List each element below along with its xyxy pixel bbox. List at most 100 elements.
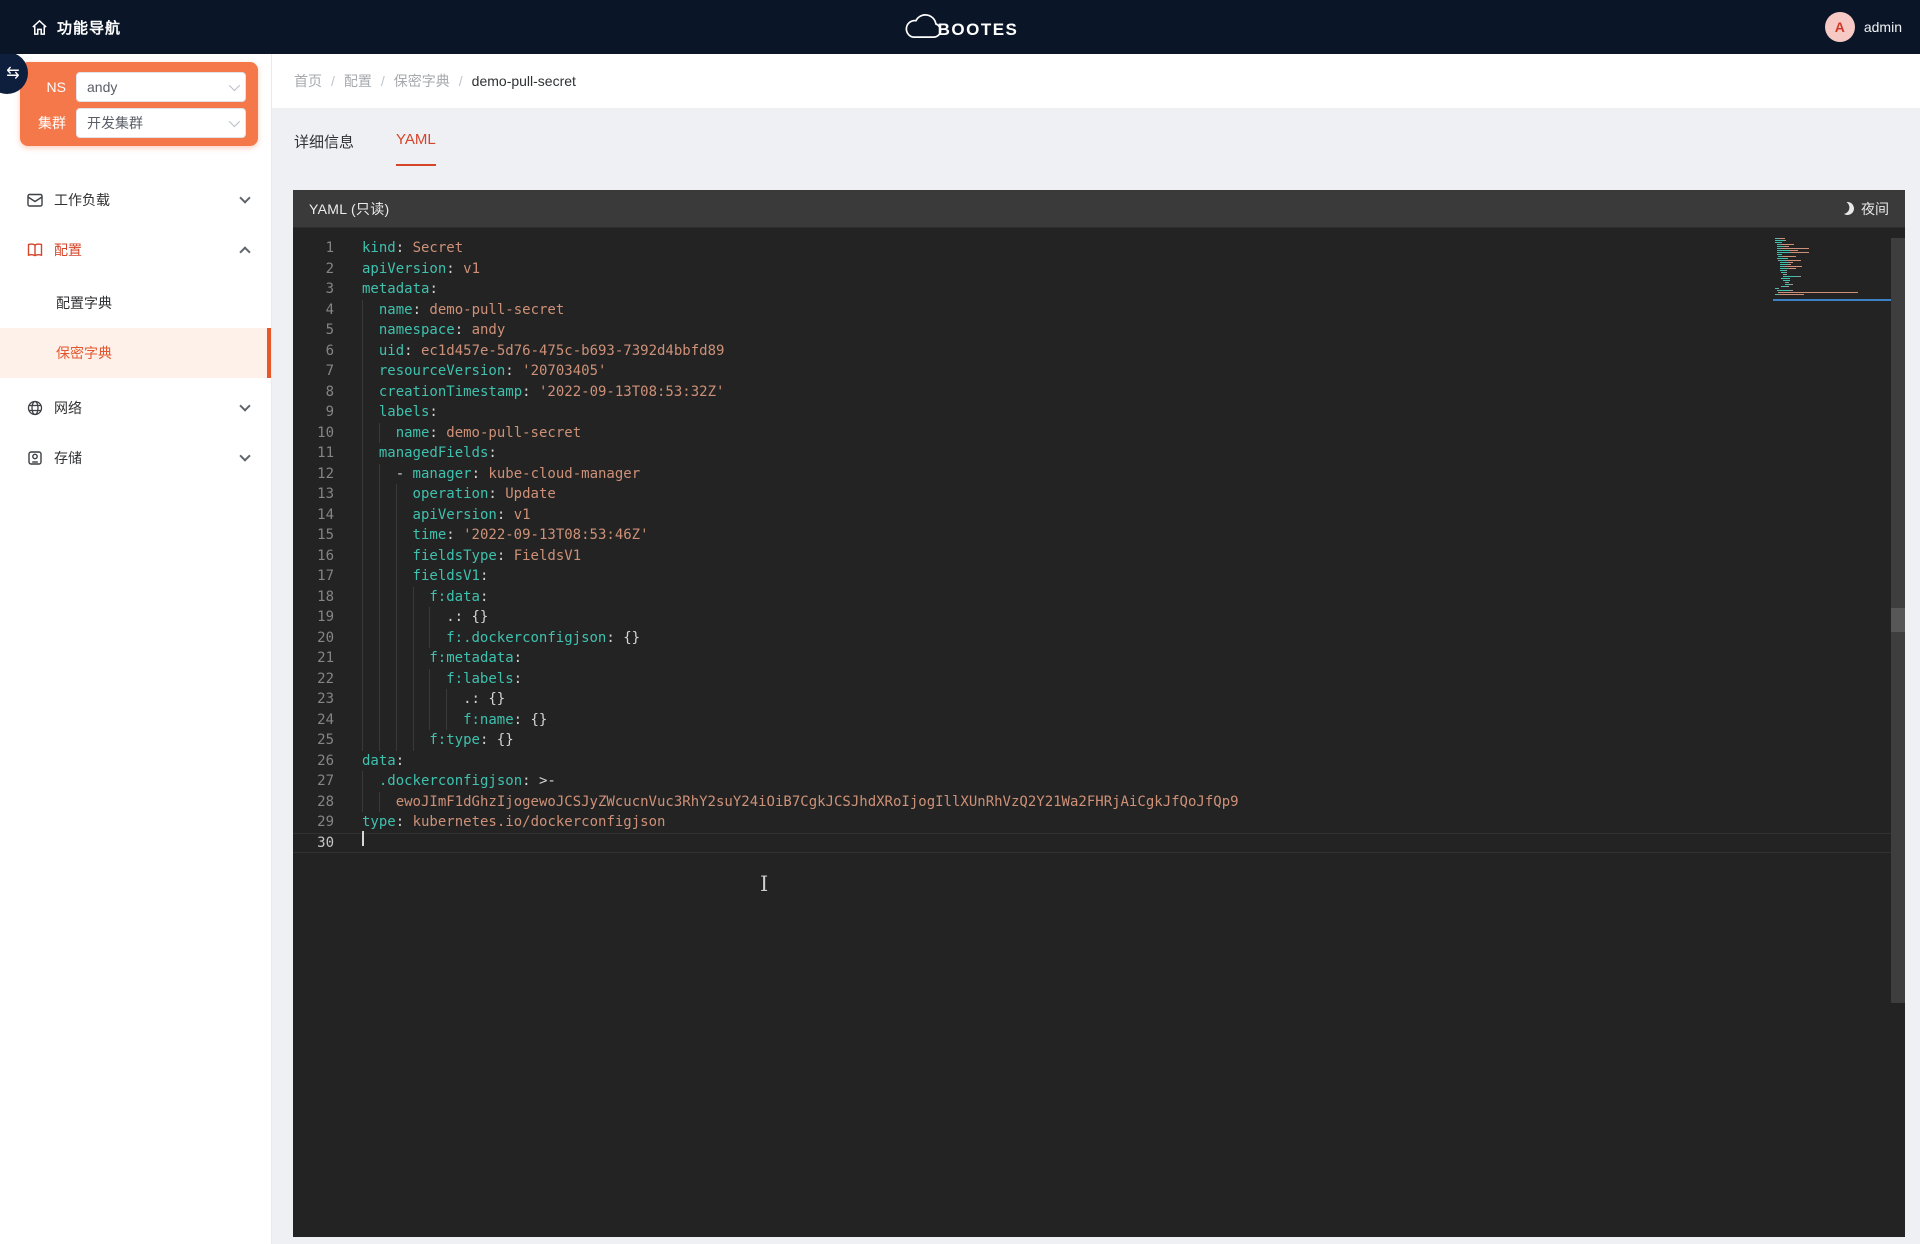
line-number: 16: [293, 546, 334, 567]
network-globe-icon: [26, 399, 44, 417]
config-book-icon: [26, 241, 44, 259]
editor-caret: [362, 831, 364, 846]
sidebar-item-configmap-dict[interactable]: 配置字典: [0, 278, 271, 328]
chevron-down-icon: [239, 450, 250, 461]
cluster-label: 集群: [34, 113, 76, 133]
code-line: 25f:type: {}: [293, 730, 1905, 751]
nav-home[interactable]: 功能导航: [0, 17, 121, 38]
chevron-down-icon: [229, 80, 240, 91]
avatar: A: [1825, 12, 1855, 42]
cluster-select-value: 开发集群: [87, 113, 229, 133]
code-line: 15time: '2022-09-13T08:53:46Z': [293, 525, 1905, 546]
line-number: 13: [293, 484, 334, 505]
code-line: 4name: demo-pull-secret: [293, 300, 1905, 321]
code-line: 12- manager: kube-cloud-manager: [293, 464, 1905, 485]
line-number: 23: [293, 689, 334, 710]
sidebar-item-workload[interactable]: 工作负载: [0, 180, 271, 220]
code-line: 1kind: Secret: [293, 238, 1905, 259]
user-menu[interactable]: A admin: [1825, 0, 1902, 54]
chevron-up-icon: [239, 246, 250, 257]
minimap-viewport-line: [1773, 299, 1893, 301]
breadcrumb-home[interactable]: 首页: [294, 71, 322, 91]
chevron-down-icon: [239, 192, 250, 203]
line-number: 9: [293, 402, 334, 423]
sidebar-item-storage[interactable]: 存储: [0, 438, 271, 478]
code-line: 11managedFields:: [293, 443, 1905, 464]
editor-scrollbar-track[interactable]: [1891, 238, 1905, 1003]
line-number: 12: [293, 464, 334, 485]
moon-icon: [1839, 200, 1856, 217]
editor-scrollbar-thumb[interactable]: [1891, 608, 1905, 632]
code-line: 7resourceVersion: '20703405': [293, 361, 1905, 382]
breadcrumb-secret-dict[interactable]: 保密字典: [394, 71, 450, 91]
line-number: 14: [293, 505, 334, 526]
line-number: 6: [293, 341, 334, 362]
code-line: 18f:data:: [293, 587, 1905, 608]
line-number: 4: [293, 300, 334, 321]
storage-icon: [26, 449, 44, 467]
namespace-select[interactable]: andy: [76, 72, 246, 102]
code-line: 19.: {}: [293, 607, 1905, 628]
code-line: 23.: {}: [293, 689, 1905, 710]
code-line: 17fieldsV1:: [293, 566, 1905, 587]
code-line: 6uid: ec1d457e-5d76-475c-b693-7392d4bbfd…: [293, 341, 1905, 362]
home-icon: [30, 18, 49, 37]
code-line: 5namespace: andy: [293, 320, 1905, 341]
line-number: 1: [293, 238, 334, 259]
sidebar-item-config[interactable]: 配置: [0, 230, 271, 270]
line-number: 5: [293, 320, 334, 341]
code-line: 3metadata:: [293, 279, 1905, 300]
line-number: 3: [293, 279, 334, 300]
user-name: admin: [1864, 19, 1902, 35]
breadcrumb-current: demo-pull-secret: [472, 73, 576, 89]
line-number: 27: [293, 771, 334, 792]
line-number: 15: [293, 525, 334, 546]
night-mode-toggle[interactable]: 夜间: [1841, 199, 1889, 219]
night-mode-label: 夜间: [1861, 199, 1889, 219]
sidebar: ⇆ NS andy 集群 开发集群 工作负载: [0, 54, 272, 1244]
sidebar-item-network[interactable]: 网络: [0, 388, 271, 428]
line-number: 25: [293, 730, 334, 751]
tab-detail-info[interactable]: 详细信息: [294, 131, 354, 166]
code-line: 28ewoJImF1dGhzIjogewoJCSJyZWcucnVuc3RhY2…: [293, 792, 1905, 813]
yaml-code-editor[interactable]: 1kind: Secret2apiVersion: v13metadata:4n…: [293, 228, 1905, 1237]
code-line: 16fieldsType: FieldsV1: [293, 546, 1905, 567]
top-nav: 功能导航 BOOTES A admin: [0, 0, 1920, 54]
detail-tabs: 详细信息 YAML: [272, 131, 1920, 166]
code-line: 24f:name: {}: [293, 710, 1905, 731]
line-number: 10: [293, 423, 334, 444]
code-line: 13operation: Update: [293, 484, 1905, 505]
code-line: 21f:metadata:: [293, 648, 1905, 669]
line-number: 21: [293, 648, 334, 669]
brand-logo: BOOTES: [902, 0, 1019, 54]
editor-minimap[interactable]: [1775, 238, 1887, 301]
tab-yaml[interactable]: YAML: [396, 131, 436, 166]
namespace-cluster-panel: NS andy 集群 开发集群: [20, 62, 258, 146]
line-number: 11: [293, 443, 334, 464]
chevron-down-icon: [239, 400, 250, 411]
collapse-arrows-icon: ⇆: [6, 63, 19, 83]
line-number: 28: [293, 792, 334, 813]
nav-home-label: 功能导航: [57, 17, 121, 38]
workload-icon: [26, 191, 44, 209]
line-number: 19: [293, 607, 334, 628]
code-line: 30: [293, 833, 1905, 854]
brand-logo-text: BOOTES: [938, 20, 1019, 40]
namespace-select-value: andy: [87, 79, 229, 95]
sidebar-menu: 工作负载 配置 配置字典 保密字典: [0, 170, 271, 478]
cluster-select[interactable]: 开发集群: [76, 108, 246, 138]
sidebar-item-secret-dict[interactable]: 保密字典: [0, 328, 271, 378]
yaml-editor-header: YAML (只读) 夜间: [293, 190, 1905, 228]
code-line: 27.dockerconfigjson: >-: [293, 771, 1905, 792]
breadcrumb-config[interactable]: 配置: [344, 71, 372, 91]
line-number: 22: [293, 669, 334, 690]
line-number: 26: [293, 751, 334, 772]
code-line: 9labels:: [293, 402, 1905, 423]
yaml-readonly-title: YAML (只读): [309, 199, 1841, 219]
line-number: 18: [293, 587, 334, 608]
code-line: 20f:.dockerconfigjson: {}: [293, 628, 1905, 649]
code-lines: 1kind: Secret2apiVersion: v13metadata:4n…: [293, 238, 1905, 853]
code-line: 8creationTimestamp: '2022-09-13T08:53:32…: [293, 382, 1905, 403]
code-line: 26data:: [293, 751, 1905, 772]
line-number: 20: [293, 628, 334, 649]
